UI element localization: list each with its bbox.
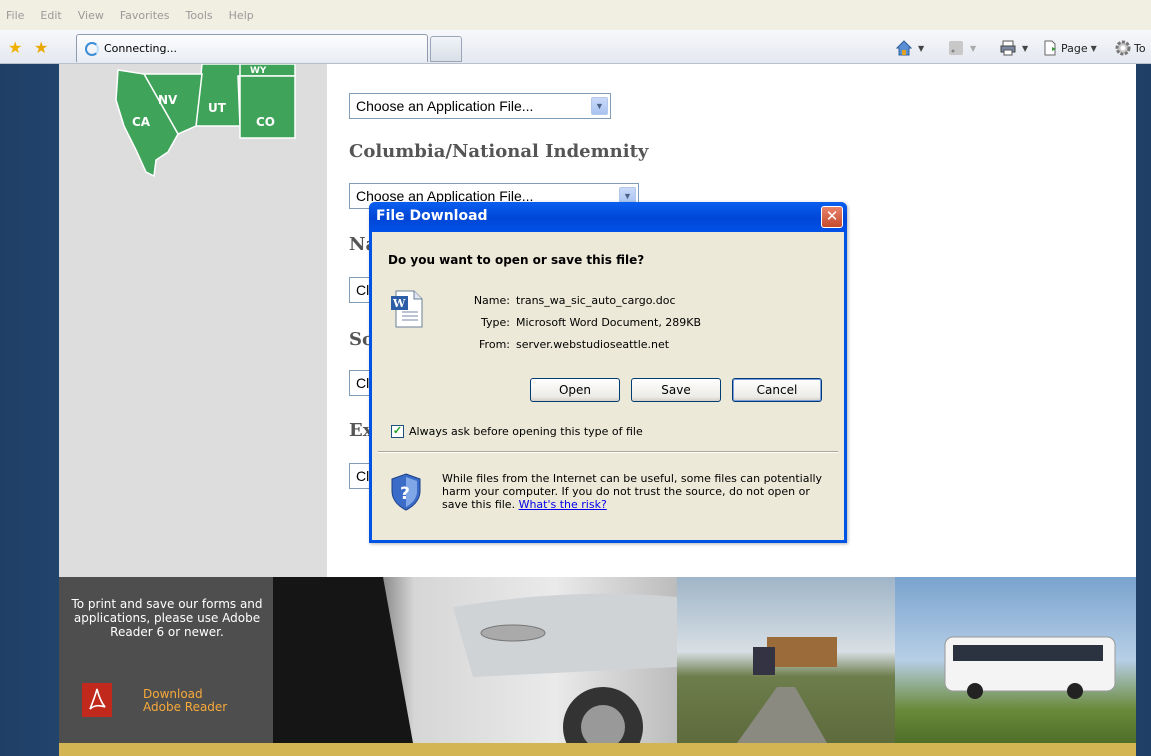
browser-window: File Edit View Favorites Tools Help ★ ★ … — [0, 0, 1151, 756]
file-type-value: Microsoft Word Document, 289KB — [516, 316, 702, 329]
heading-columbia: Columbia/National Indemnity — [349, 141, 649, 162]
chevron-down-icon[interactable]: ▼ — [591, 97, 608, 115]
map-label-wy: WY — [250, 66, 267, 76]
file-name-value: trans_wa_sic_auto_cargo.doc — [516, 294, 676, 307]
name-label: Name: — [473, 294, 510, 307]
adobe-reader-message: To print and save our forms and applicat… — [71, 597, 263, 639]
page-menu-button[interactable]: Page ▼ — [1042, 40, 1097, 56]
footer-banner: To print and save our forms and applicat… — [59, 577, 1136, 743]
favorites-star-icon[interactable]: ★ — [8, 38, 22, 58]
always-ask-checkbox[interactable]: ✓ — [391, 425, 404, 438]
select-value: Cl — [356, 468, 370, 484]
menu-help[interactable]: Help — [229, 9, 254, 22]
states-map[interactable]: NV UT CA CO WY — [110, 64, 310, 182]
dialog-divider — [378, 451, 838, 453]
dialog-question: Do you want to open or save this file? — [388, 253, 645, 267]
home-icon — [896, 40, 912, 56]
limousine-photo — [273, 577, 677, 743]
home-button[interactable]: ▼ — [896, 40, 924, 56]
print-button[interactable]: ▼ — [1000, 40, 1028, 56]
download-line-2: Adobe Reader — [143, 700, 228, 714]
type-label: Type: — [481, 316, 510, 329]
loading-spinner-icon — [85, 41, 99, 56]
close-icon[interactable]: ✕ — [821, 206, 843, 228]
gear-icon — [1115, 40, 1131, 56]
menu-bar: File Edit View Favorites Tools Help — [0, 0, 1151, 30]
word-document-icon: W — [391, 290, 423, 328]
map-label-co: CO — [256, 115, 275, 129]
always-ask-label[interactable]: Always ask before opening this type of f… — [409, 425, 643, 438]
tools-menu-label: To — [1134, 41, 1146, 55]
warning-text: While files from the Internet can be use… — [442, 472, 823, 511]
menu-edit[interactable]: Edit — [40, 9, 61, 22]
select-value: Cl — [356, 282, 370, 298]
from-label: From: — [479, 338, 510, 351]
page-icon — [1044, 40, 1056, 56]
select-value: Choose an Application File... — [356, 98, 534, 114]
new-tab-button[interactable] — [430, 36, 462, 62]
file-download-dialog: File Download ✕ Do you want to open or s… — [369, 202, 847, 543]
bus-photo — [895, 577, 1136, 743]
security-warning: While files from the Internet can be use… — [442, 472, 832, 511]
svg-text:W: W — [392, 297, 406, 310]
menu-view[interactable]: View — [78, 9, 104, 22]
save-button[interactable]: Save — [631, 378, 721, 402]
select-value: Cl — [356, 375, 370, 391]
whats-the-risk-link[interactable]: What's the risk? — [519, 498, 607, 511]
adobe-pdf-icon[interactable] — [82, 683, 112, 717]
file-source-value: server.webstudioseattle.net — [516, 338, 670, 351]
adobe-reader-panel: To print and save our forms and applicat… — [59, 577, 273, 743]
printer-icon — [1000, 40, 1016, 56]
browser-toolbar: ★ ★ Connecting... ▼ ▼ ▼ Page ▼ To — [0, 30, 1151, 64]
menu-favorites[interactable]: Favorites — [120, 9, 170, 22]
security-shield-icon: ? — [391, 473, 421, 511]
map-label-nv: NV — [158, 93, 178, 107]
tab-current[interactable]: Connecting... — [76, 34, 428, 62]
dialog-title: File Download — [376, 208, 488, 224]
open-button[interactable]: Open — [530, 378, 620, 402]
cancel-button[interactable]: Cancel — [732, 378, 822, 402]
menu-tools[interactable]: Tools — [186, 9, 213, 22]
feeds-button[interactable]: ▼ — [948, 40, 976, 56]
tools-menu-button[interactable]: To — [1115, 40, 1146, 56]
application-file-select[interactable]: Choose an Application File... ▼ — [349, 93, 611, 119]
map-label-ca: CA — [132, 115, 151, 129]
map-label-ut: UT — [208, 101, 227, 115]
footer-gold-stripe — [59, 743, 1136, 756]
tab-title: Connecting... — [104, 42, 177, 55]
svg-text:?: ? — [400, 484, 410, 504]
download-adobe-reader-link[interactable]: Download Adobe Reader — [143, 688, 227, 714]
rss-feed-icon — [949, 41, 963, 55]
menu-file[interactable]: File — [6, 9, 24, 22]
dialog-title-bar[interactable]: File Download ✕ — [369, 202, 847, 232]
add-favorites-icon[interactable]: ★ — [34, 38, 48, 58]
page-menu-label: Page — [1061, 41, 1088, 55]
truck-photo — [677, 577, 895, 743]
